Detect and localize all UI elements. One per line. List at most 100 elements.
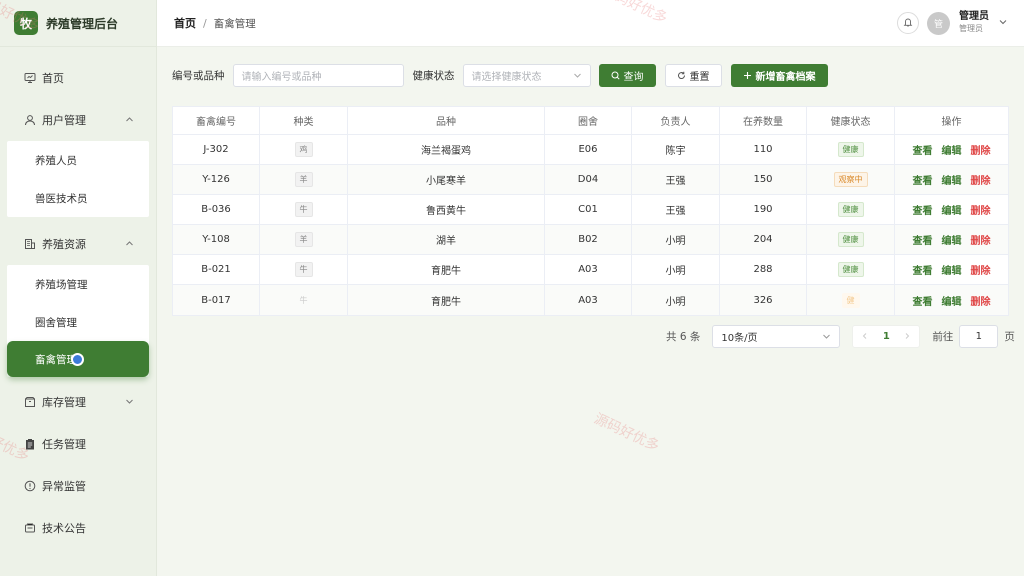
search-button-label: 查询 — [623, 72, 644, 83]
type-tag: 牛 — [294, 262, 313, 277]
edit-button[interactable]: 编辑 — [942, 202, 962, 217]
sidebar-subitem-farm-management[interactable]: 养殖场管理 — [7, 265, 149, 303]
cell-breed: 鲁西黄牛 — [348, 195, 545, 224]
column-header: 负责人 — [632, 107, 720, 134]
health-status-badge: 健康 — [837, 232, 864, 247]
view-button[interactable]: 查看 — [913, 262, 933, 277]
chevron-down-icon — [573, 71, 582, 83]
sidebar-item-label: 首页 — [42, 72, 64, 85]
plus-icon — [743, 71, 752, 80]
top-header: 首页 / 畜禽管理 管 管理员 管理员 — [157, 0, 1024, 47]
breadcrumb-home[interactable]: 首页 — [174, 15, 196, 31]
page-size-select[interactable]: 10条/页 — [712, 325, 841, 348]
sidebar-subitem-livestock-management[interactable]: 畜禽管理 — [7, 341, 149, 377]
view-button[interactable]: 查看 — [913, 232, 933, 247]
cell-breed: 育肥牛 — [348, 285, 545, 315]
health-status-select[interactable]: 请选择健康状态 — [462, 64, 591, 87]
view-button[interactable]: 查看 — [913, 142, 933, 157]
filter-bar: 编号或品种 请输入编号或品种 健康状态 请选择健康状态 查询 重置 新增畜禽档案 — [172, 64, 837, 87]
health-filter-label: 健康状态 — [412, 70, 455, 82]
notice-icon — [24, 522, 36, 534]
cell-breed: 小尾寒羊 — [348, 165, 545, 194]
sidebar-item-breeding-resources[interactable]: 养殖资源 — [0, 223, 156, 265]
cell-actions: 查看 编辑 删除 — [895, 135, 1008, 164]
sidebar-item-label: 养殖资源 — [42, 238, 86, 251]
pagination: 共 6 条 10条/页 1 前往 1 页 — [666, 325, 1015, 348]
current-page-number[interactable]: 1 — [883, 331, 890, 342]
cell-owner: 小明 — [632, 255, 720, 284]
reset-button[interactable]: 重置 — [664, 64, 722, 87]
next-page-button[interactable] — [903, 331, 911, 343]
delete-button[interactable]: 删除 — [971, 293, 991, 308]
notification-bell-button[interactable] — [897, 12, 919, 34]
cell-pen: A03 — [545, 255, 632, 284]
user-name: 管理员 — [959, 11, 989, 22]
monitor-icon — [24, 72, 36, 84]
sidebar-item-label: 用户管理 — [42, 114, 86, 127]
cell-health: 健康 — [807, 225, 895, 254]
edit-button[interactable]: 编辑 — [942, 293, 962, 308]
cell-code: B-017 — [173, 285, 260, 315]
sidebar: 牧 养殖管理后台 首页 用户管理 养殖人员 兽医技术员 养殖资源 养殖场管理 圈… — [0, 0, 157, 576]
table-row: B-021 牛 育肥牛 A03 小明 288 健康 查看 编辑 删除 — [173, 255, 1008, 285]
column-header: 健康状态 — [807, 107, 895, 134]
cell-breed: 育肥牛 — [348, 255, 545, 284]
delete-button[interactable]: 删除 — [971, 232, 991, 247]
chevron-down-icon[interactable] — [998, 17, 1008, 30]
pagination-total: 共 6 条 — [666, 331, 701, 343]
edit-button[interactable]: 编辑 — [942, 232, 962, 247]
delete-button[interactable]: 删除 — [971, 172, 991, 187]
add-livestock-button[interactable]: 新增畜禽档案 — [730, 64, 828, 87]
cell-health: 健康 — [807, 255, 895, 284]
cell-type: 羊 — [260, 165, 348, 194]
table-header: 畜禽编号 种类 品种 圈舍 负责人 在养数量 健康状态 操作 — [173, 107, 1008, 135]
cell-type: 鸡 — [260, 135, 348, 164]
cell-actions: 查看 编辑 删除 — [895, 165, 1008, 194]
cell-pen: A03 — [545, 285, 632, 315]
add-button-label: 新增畜禽档案 — [755, 72, 816, 83]
table-body: J-302 鸡海兰褐蛋鸡 E06 陈宇 110 健康 查看 编辑 删除 Y-126 羊小尾寒羊 D04… — [173, 135, 1008, 315]
sidebar-item-home[interactable]: 首页 — [0, 57, 156, 99]
cell-count: 150 — [720, 165, 807, 194]
edit-button[interactable]: 编辑 — [942, 172, 962, 187]
delete-button[interactable]: 删除 — [971, 142, 991, 157]
view-button[interactable]: 查看 — [913, 172, 933, 187]
edit-button[interactable]: 编辑 — [942, 142, 962, 157]
type-tag: 羊 — [294, 172, 313, 187]
cell-health: 健 — [807, 285, 895, 315]
sidebar-subitem-pen-management[interactable]: 圈舍管理 — [7, 303, 149, 341]
bell-icon — [903, 17, 913, 30]
column-header: 种类 — [260, 107, 348, 134]
brand-name: 养殖管理后台 — [46, 16, 119, 31]
sidebar-nav: 首页 用户管理 养殖人员 兽医技术员 养殖资源 养殖场管理 圈舍管理 畜禽管理 … — [0, 47, 156, 549]
sidebar-item-user-management[interactable]: 用户管理 — [0, 99, 156, 141]
clipboard-icon — [24, 438, 36, 450]
delete-button[interactable]: 删除 — [971, 202, 991, 217]
cell-breed: 海兰褐蛋鸡 — [348, 135, 545, 164]
cell-breed: 湖羊 — [348, 225, 545, 254]
view-button[interactable]: 查看 — [913, 202, 933, 217]
user-info[interactable]: 管理员 管理员 — [959, 11, 989, 35]
table-row: B-036 牛 鲁西黄牛 C01 王强 190 健康 查看 编辑 删除 — [173, 195, 1008, 225]
sidebar-item-inventory[interactable]: 库存管理 — [0, 381, 156, 423]
sidebar-subitem-vet-technicians[interactable]: 兽医技术员 — [7, 179, 149, 217]
cell-owner: 陈宇 — [632, 135, 720, 164]
search-button[interactable]: 查询 — [598, 64, 656, 87]
code-search-input[interactable]: 请输入编号或品种 — [232, 64, 404, 87]
table-row: Y-126 羊 小尾寒羊 D04 王强 150 观察中 查看 编辑 删除 — [173, 165, 1008, 195]
edit-button[interactable]: 编辑 — [942, 262, 962, 277]
prev-page-button[interactable] — [861, 331, 869, 343]
sidebar-item-tech-notices[interactable]: 技术公告 — [0, 507, 156, 549]
sidebar-item-tasks[interactable]: 任务管理 — [0, 423, 156, 465]
cell-actions: 查看 编辑 删除 — [895, 225, 1008, 254]
avatar[interactable]: 管 — [927, 11, 950, 35]
cell-count: 204 — [720, 225, 807, 254]
box-icon — [24, 396, 36, 408]
view-button[interactable]: 查看 — [913, 293, 933, 308]
delete-button[interactable]: 删除 — [971, 262, 991, 277]
sidebar-item-anomaly-supervision[interactable]: 异常监管 — [0, 465, 156, 507]
goto-page-input[interactable]: 1 — [959, 325, 999, 348]
sidebar-subitem-breeders[interactable]: 养殖人员 — [7, 141, 149, 179]
table-row: Y-108 羊 湖羊 B02 小明 204 健康 查看 编辑 删除 — [173, 225, 1008, 255]
cell-count: 110 — [720, 135, 807, 164]
